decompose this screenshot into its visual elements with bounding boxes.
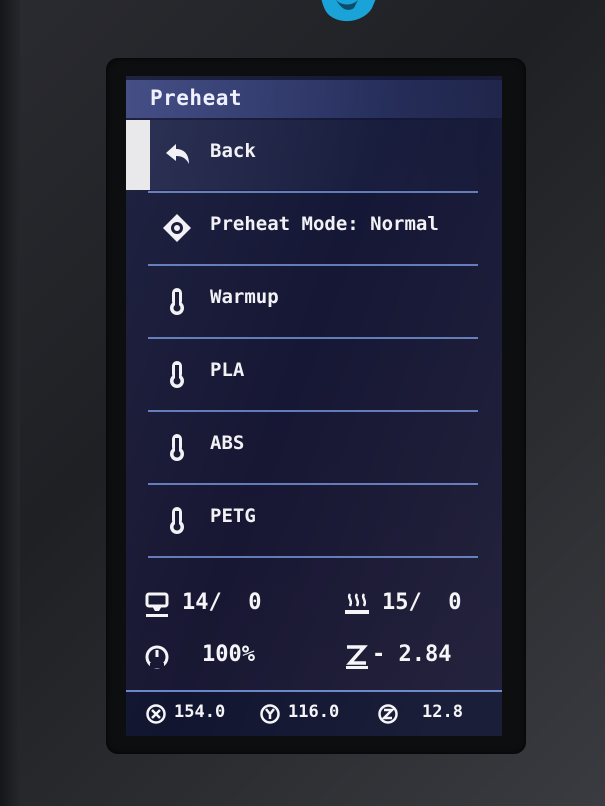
print-speed-value: 100% [202,642,255,667]
menu-item-abs[interactable]: ABS [148,412,478,482]
page-title: Preheat [150,86,243,110]
z-offset-value: - 2.84 [372,642,452,667]
z-coordinate-value: 12.8 [422,702,463,722]
target-diamond-icon [163,214,191,242]
thermometer-icon [170,288,184,315]
z-axis-icon [346,645,368,669]
divider [148,556,478,558]
x-coordinate-value: 154.0 [174,702,226,722]
back-arrow-icon [166,144,189,164]
menu-item-label: ABS [210,432,245,454]
heated-bed-icon [345,593,369,614]
menu-item-label: Preheat Mode: Normal [210,213,439,235]
menu-item-label: Warmup [210,286,279,308]
title-bar: Preheat [126,80,502,118]
thermometer-icon [170,361,184,388]
hotend-temperature-value: 14/ 0 [182,590,262,615]
temperature-status-row: 14/ 0 15/ 0 [126,584,502,624]
bed-temperature-value: 15/ 0 [382,590,462,615]
menu-item-preheat-mode[interactable]: Preheat Mode: Normal [148,193,478,263]
hotend-nozzle-icon [145,592,169,617]
speedometer-icon [145,645,169,669]
z-axis-icon [378,704,398,724]
menu-item-petg[interactable]: PETG [148,485,478,555]
brand-logo-icon [321,0,376,22]
speed-zoffset-status-row: 100% - 2.84 [126,636,502,676]
thermometer-icon [170,434,184,461]
menu-item-label: Back [210,140,256,162]
menu-item-pla[interactable]: PLA [148,339,478,409]
menu-item-label: PLA [210,359,245,381]
coordinates-bar: 154.0 116.0 12.8 [126,690,502,736]
lcd-screen: Preheat Back Preheat Mode: Normal Warmup… [126,76,502,736]
printer-body: Preheat Back Preheat Mode: Normal Warmup… [0,0,605,806]
menu-item-back[interactable]: Back [126,120,478,190]
y-axis-icon [260,704,280,724]
y-coordinate-value: 116.0 [288,702,340,722]
menu-item-warmup[interactable]: Warmup [148,266,478,336]
selection-indicator [126,120,150,190]
menu-item-label: PETG [210,505,256,527]
x-axis-icon [146,704,166,724]
thermometer-icon [170,507,184,534]
device-edge [0,0,20,806]
